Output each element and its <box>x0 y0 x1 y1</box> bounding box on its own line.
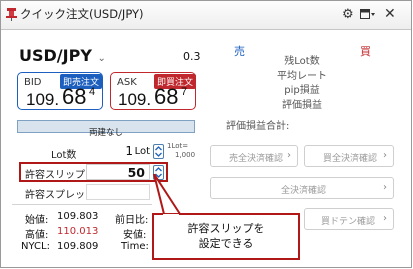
nycl-label: NYCL: <box>21 241 50 252</box>
bid-price-big: 68 <box>62 84 87 109</box>
average-rate-label: 平均レート <box>277 70 327 82</box>
callout-text: 許容スリップを 設定できる <box>152 221 300 251</box>
position-rows: 残Lot数 平均レート pip損益 評価損益 <box>232 55 372 113</box>
lot-size-note-line2: 1,000 <box>175 151 196 159</box>
lot-label: Lot数 <box>51 150 77 161</box>
spread-value: 0.3 <box>183 50 201 63</box>
stats-divider <box>12 204 152 205</box>
ask-label: ASK <box>117 77 137 88</box>
hedge-setting-label: 両建なし <box>88 128 123 138</box>
open-value: 109.803 <box>57 211 99 222</box>
open-label: 始値: <box>25 215 49 226</box>
lot-size-note-line1: 1Lot= <box>167 142 189 150</box>
sell-close-all-button[interactable]: 売全決済確認 › <box>210 145 298 167</box>
currency-pair-label: USD/JPY <box>19 46 92 65</box>
ask-price-sub: 7 <box>181 86 188 98</box>
callout-line2: 設定できる <box>198 237 254 250</box>
callout-pointer <box>153 174 181 215</box>
hedge-setting-dropdown[interactable]: 両建なし <box>17 120 195 138</box>
spread-limit-input[interactable] <box>86 184 150 200</box>
sell-close-all-label: 売全決済確認 <box>229 154 284 164</box>
slip-input[interactable]: 50 <box>86 164 150 180</box>
close-all-button[interactable]: 全決済確認 › <box>210 177 394 199</box>
bid-label: BID <box>24 77 42 88</box>
close-all-label: 全決済確認 <box>281 186 327 196</box>
pin-icon[interactable] <box>6 8 17 21</box>
chevron-right-icon: › <box>383 182 387 193</box>
lot-input[interactable]: 1 Lot <box>86 143 150 159</box>
lot-stepper[interactable] <box>153 144 164 159</box>
ask-price-big: 68 <box>154 84 179 109</box>
remaining-lots-label: 残Lot数 <box>284 56 320 67</box>
slip-label: 許容スリップ <box>25 170 85 181</box>
buy-doten-button[interactable]: 買ドテン確認 › <box>304 208 394 230</box>
bid-price-main: 109. <box>26 90 60 109</box>
chevron-right-icon: › <box>383 150 387 161</box>
pip-pl-label: pip損益 <box>284 85 320 96</box>
currency-pair-select[interactable]: USD/JPY ⌄ <box>19 46 106 65</box>
chevron-down-icon: ⌄ <box>97 53 106 64</box>
gear-icon[interactable]: ⚙ <box>342 8 354 22</box>
total-valuation-label: 評価損益合計: <box>226 121 290 132</box>
bid-price-sub: 4 <box>89 86 96 98</box>
slip-value: 50 <box>127 165 145 180</box>
ask-price-main: 109. <box>118 90 152 109</box>
layout-dropdown-icon[interactable] <box>360 9 376 21</box>
buy-close-all-label: 買全決済確認 <box>323 154 378 164</box>
time-label: Time: <box>121 241 149 252</box>
chevron-right-icon: › <box>383 213 387 224</box>
lot-unit: Lot <box>134 146 150 157</box>
buy-close-all-button[interactable]: 買全決済確認 › <box>304 145 394 167</box>
lot-size-note: 1Lot= 1,000 <box>167 142 195 160</box>
callout-join <box>163 214 179 218</box>
lot-value: 1 <box>125 144 133 158</box>
high-label: 高値: <box>25 230 49 241</box>
window-title: クイック注文(USD/JPY) <box>20 7 144 21</box>
prev-change-label: 前日比: <box>115 215 149 226</box>
buy-doten-label: 買ドテン確認 <box>321 217 376 227</box>
valuation-pl-label: 評価損益 <box>282 99 322 111</box>
high-value: 110.013 <box>57 226 99 237</box>
spread-limit-label: 許容スプレッド <box>25 190 95 201</box>
chevron-right-icon: › <box>287 150 291 161</box>
low-label: 安値: <box>123 230 147 241</box>
close-icon[interactable]: ✕ <box>384 7 396 21</box>
callout-line1: 許容スリップを <box>187 222 265 235</box>
nycl-value: 109.809 <box>57 241 99 252</box>
